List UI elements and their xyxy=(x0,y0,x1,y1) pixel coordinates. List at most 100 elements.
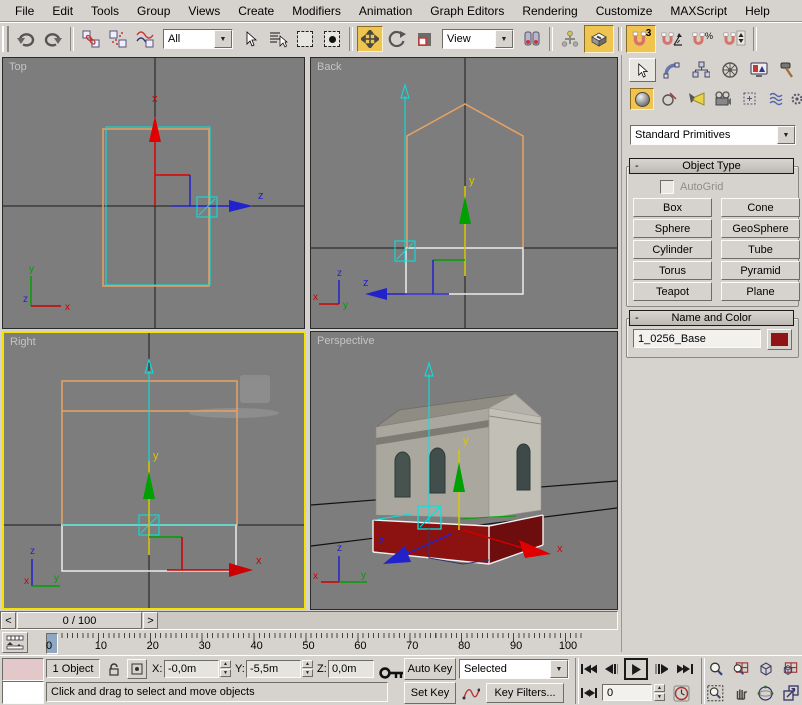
use-pivot-point-center-button[interactable] xyxy=(519,26,545,52)
next-frame-button[interactable] xyxy=(651,659,672,679)
zoom-extents-button[interactable] xyxy=(754,658,777,680)
select-and-move-button[interactable] xyxy=(357,26,383,52)
dropdown-arrow-icon[interactable]: ▼ xyxy=(777,126,795,144)
menu-item[interactable]: Views xyxy=(179,2,229,20)
viewport-top[interactable]: Top x z y z x xyxy=(2,57,305,329)
object-name-field[interactable]: 1_0256_Base xyxy=(633,329,761,348)
menu-item[interactable]: File xyxy=(6,2,43,20)
current-frame-field[interactable]: 0 xyxy=(602,684,652,701)
object-type-button[interactable]: Cylinder xyxy=(633,240,712,259)
category-space-warps-button[interactable] xyxy=(765,88,789,110)
maxscript-mini-listener[interactable] xyxy=(2,681,44,704)
go-to-start-button[interactable] xyxy=(578,659,599,679)
menu-item[interactable]: Animation xyxy=(350,2,421,20)
selection-lock-toggle[interactable] xyxy=(104,659,124,679)
key-filters-button[interactable]: Key Filters... xyxy=(486,683,564,703)
tab-hierarchy[interactable] xyxy=(687,58,714,82)
dropdown-arrow-icon[interactable]: ▼ xyxy=(214,30,232,48)
object-type-button[interactable]: Pyramid xyxy=(721,261,800,280)
percent-snap-toggle[interactable]: % xyxy=(688,26,718,52)
building-footprint-wire[interactable] xyxy=(103,129,209,286)
category-geometry-button[interactable] xyxy=(630,88,654,110)
menu-item[interactable]: Rendering xyxy=(513,2,586,20)
tab-display[interactable] xyxy=(745,58,772,82)
select-and-rotate-button[interactable] xyxy=(384,26,410,52)
move-gizmo[interactable]: y z xyxy=(363,85,475,300)
tab-create[interactable] xyxy=(629,58,656,82)
select-by-name-button[interactable] xyxy=(265,26,291,52)
dropdown-arrow-icon[interactable]: ▼ xyxy=(495,30,513,48)
selection-filter-dropdown[interactable]: All▼ xyxy=(163,29,233,49)
name-color-rollout-header[interactable]: - Name and Color xyxy=(629,310,794,326)
primitive-category-dropdown[interactable]: Standard Primitives▼ xyxy=(630,125,796,145)
play-animation-button[interactable] xyxy=(624,658,648,680)
menu-item[interactable]: Help xyxy=(736,2,779,20)
track-bar-ruler[interactable]: 0102030405060708090100 xyxy=(32,632,618,654)
viewport-back[interactable]: Back y z z x xyxy=(310,57,618,329)
autogrid-checkbox[interactable] xyxy=(660,180,674,194)
viewport-top-canvas[interactable]: x z y z x xyxy=(3,58,304,328)
viewport-perspective[interactable]: Perspective xyxy=(310,331,618,610)
pan-view-button[interactable] xyxy=(729,682,752,704)
key-mode-toggle-button[interactable] xyxy=(578,683,599,703)
menu-item[interactable]: Modifiers xyxy=(283,2,350,20)
absolute-offset-mode-toggle[interactable] xyxy=(127,659,147,679)
category-lights-button[interactable] xyxy=(684,88,708,110)
category-helpers-button[interactable] xyxy=(738,88,762,110)
previous-frame-button[interactable] xyxy=(601,659,622,679)
object-type-button[interactable]: Torus xyxy=(633,261,712,280)
tab-modify[interactable] xyxy=(658,58,685,82)
viewport-back-canvas[interactable]: y z z x y xyxy=(311,58,617,328)
min-max-toggle-button[interactable] xyxy=(779,682,802,704)
collapse-icon[interactable]: - xyxy=(635,312,639,324)
menu-item[interactable]: MAXScript xyxy=(661,2,736,20)
object-type-button[interactable]: Box xyxy=(633,198,712,217)
menu-item[interactable]: Graph Editors xyxy=(421,2,513,20)
object-type-button[interactable]: Plane xyxy=(721,282,800,301)
category-cameras-button[interactable] xyxy=(711,88,735,110)
auto-key-button[interactable]: Auto Key xyxy=(404,658,456,680)
object-color-swatch[interactable] xyxy=(767,329,792,350)
select-object-button[interactable] xyxy=(238,26,264,52)
menu-item[interactable]: Customize xyxy=(587,2,662,20)
undo-button[interactable] xyxy=(13,26,39,52)
toolbar-grip[interactable] xyxy=(2,26,9,52)
open-mini-curve-editor-button[interactable] xyxy=(2,632,28,653)
macro-recorder-mini-listener[interactable] xyxy=(2,658,44,681)
object-type-button[interactable]: Tube xyxy=(721,240,800,259)
zoom-all-button[interactable] xyxy=(729,658,752,680)
object-type-rollout-header[interactable]: - Object Type xyxy=(629,158,794,174)
bind-to-space-warp-icon[interactable] xyxy=(132,26,158,52)
angle-snap-toggle[interactable] xyxy=(657,26,687,52)
unlink-selection-icon[interactable] xyxy=(105,26,131,52)
menu-item[interactable]: Create xyxy=(229,2,283,20)
menu-item[interactable]: Edit xyxy=(43,2,82,20)
rectangular-selection-region-button[interactable] xyxy=(292,26,318,52)
keyboard-shortcut-override-toggle[interactable] xyxy=(584,25,614,53)
z-coord-field[interactable]: 0,0m xyxy=(328,660,374,678)
object-type-button[interactable]: Teapot xyxy=(633,282,712,301)
select-and-manipulate-button[interactable] xyxy=(557,26,583,52)
time-configuration-button[interactable] xyxy=(670,683,692,703)
reference-coordinate-system-dropdown[interactable]: View▼ xyxy=(442,29,514,49)
time-slider-prev-button[interactable]: < xyxy=(1,612,16,629)
tab-motion[interactable] xyxy=(716,58,743,82)
time-slider-thumb[interactable]: 0 / 100 xyxy=(17,612,142,629)
region-zoom-button[interactable] xyxy=(704,682,727,704)
category-shapes-button[interactable] xyxy=(657,88,681,110)
spinner-snap-toggle[interactable] xyxy=(719,26,749,52)
object-type-button[interactable]: GeoSphere xyxy=(721,219,800,238)
set-key-button[interactable]: Set Key xyxy=(404,682,456,704)
time-slider-next-button[interactable]: > xyxy=(143,612,158,629)
menu-item[interactable]: Group xyxy=(128,2,179,20)
go-to-end-button[interactable] xyxy=(674,659,695,679)
frame-spinner[interactable]: ▲▼ xyxy=(654,684,665,701)
select-and-link-icon[interactable] xyxy=(78,26,104,52)
viewport-perspective-canvas[interactable]: y x z z x y xyxy=(311,332,617,609)
snap-toggle-3d-button[interactable]: 3 xyxy=(626,25,656,53)
object-type-button[interactable]: Cone xyxy=(721,198,800,217)
move-gizmo[interactable]: x z xyxy=(149,93,264,217)
y-coord-field[interactable]: -5,5m xyxy=(246,660,301,678)
zoom-button[interactable] xyxy=(704,658,727,680)
key-mode-dropdown[interactable]: Selected▼ xyxy=(459,659,569,679)
